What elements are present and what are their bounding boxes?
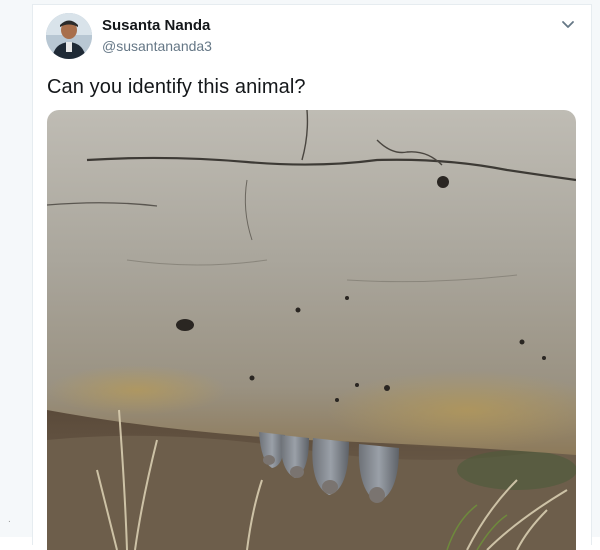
avatar[interactable] xyxy=(46,13,92,59)
photo-log-with-toes xyxy=(47,110,576,550)
tweet-text: Can you identify this animal? xyxy=(47,76,306,98)
avatar-person-icon xyxy=(46,13,92,59)
margin-mark: . xyxy=(8,514,11,525)
tweet-photo[interactable] xyxy=(47,110,576,550)
chevron-down-icon[interactable] xyxy=(560,16,576,32)
author-handle[interactable]: @susantananda3 xyxy=(102,38,212,54)
author-name[interactable]: Susanta Nanda xyxy=(102,17,210,34)
